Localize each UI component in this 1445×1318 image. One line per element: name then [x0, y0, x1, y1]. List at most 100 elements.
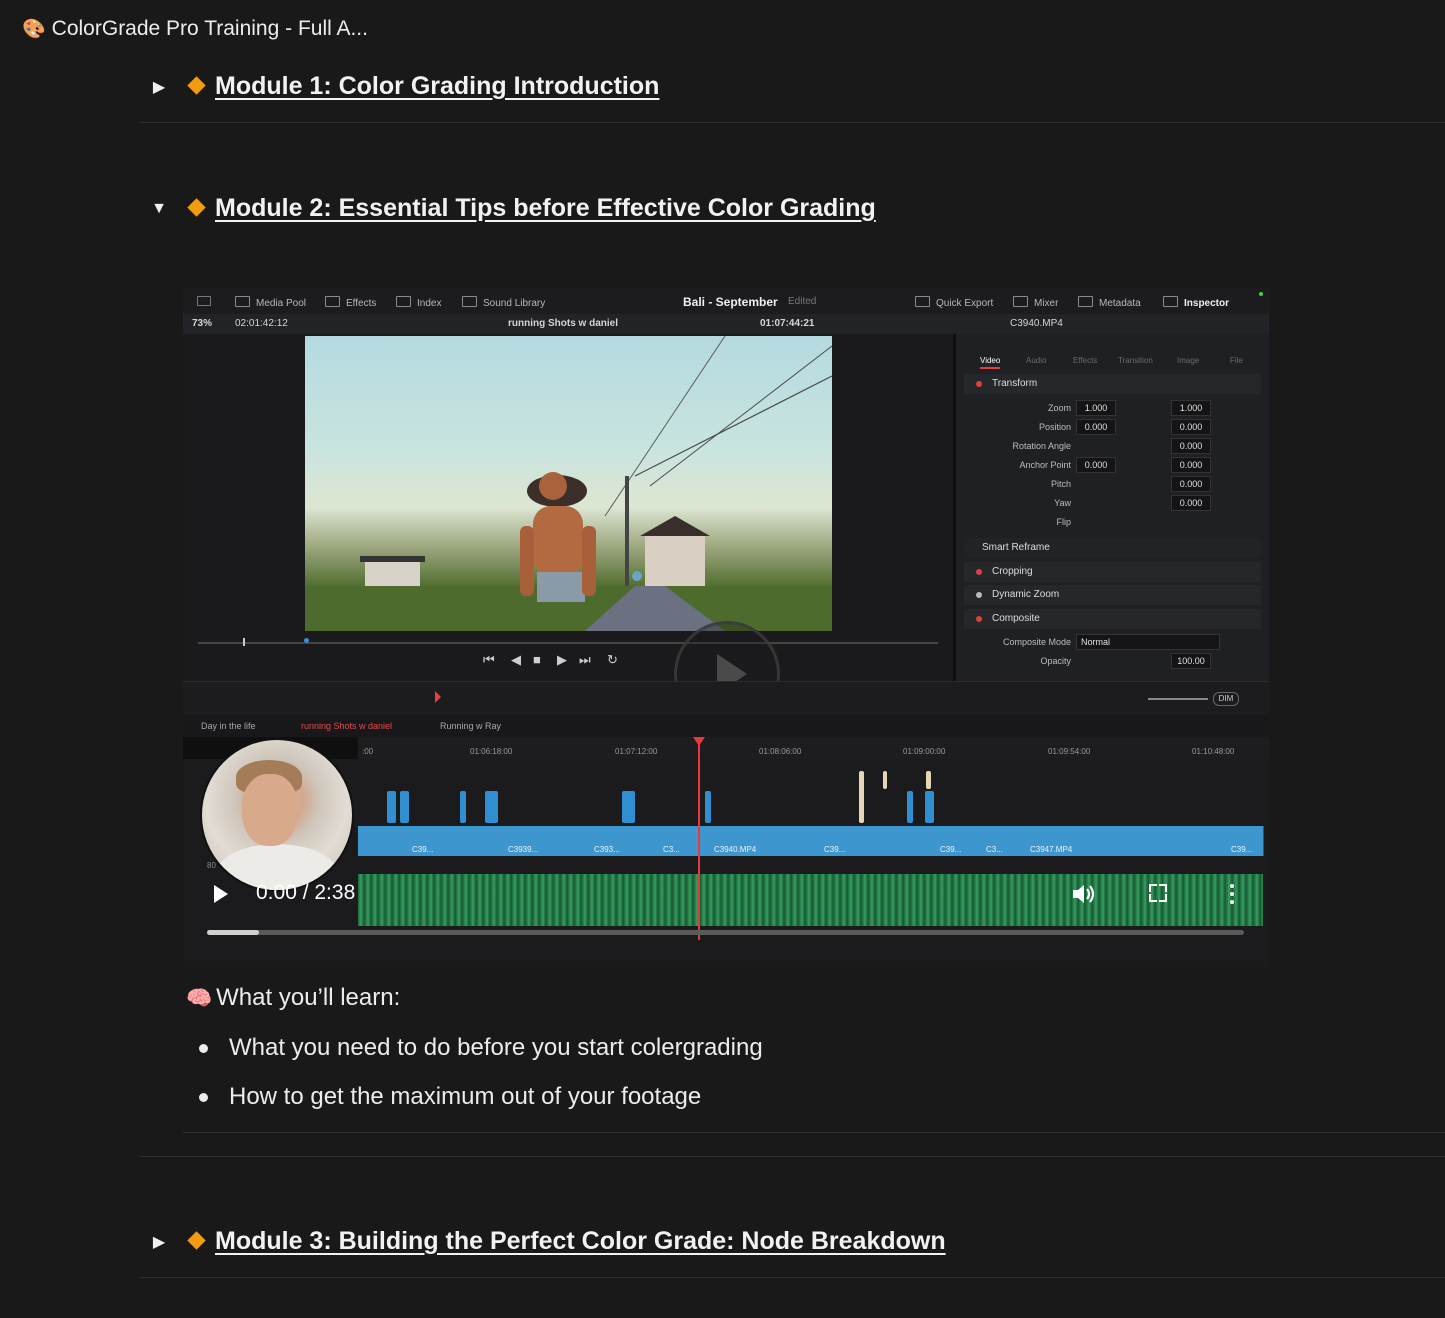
- inspector-tab-transition: Transition: [1118, 356, 1153, 365]
- param-rotation: Rotation Angle 0.000: [976, 438, 1256, 454]
- section-cropping: Cropping: [964, 562, 1261, 582]
- section-transform: Transform: [964, 374, 1261, 394]
- resolve-inspector: Video Audio Effects Transition Image Fil…: [956, 334, 1269, 681]
- video-progress-bar[interactable]: [207, 930, 1244, 935]
- timeline-clip: [705, 791, 711, 823]
- index-tab: Index: [396, 296, 441, 309]
- inspector-tab-audio: Audio: [1026, 356, 1047, 365]
- timeline-tab-ray: Running w Ray: [440, 721, 502, 731]
- palette-icon: 🎨: [22, 19, 46, 40]
- play-small-icon: ▶: [557, 652, 567, 667]
- loop-icon: ↻: [607, 652, 618, 667]
- more-options-icon[interactable]: [1228, 882, 1236, 906]
- volume-icon[interactable]: [1071, 882, 1099, 906]
- module-1-heading[interactable]: Module 1: Color Grading Introduction: [186, 72, 659, 101]
- timeline-ruler: :00 01:06:18:00 01:07:12:00 01:08:06:00 …: [358, 737, 1269, 759]
- resolve-top-bar: Media Pool Effects Index Sound Library B…: [183, 288, 1269, 314]
- section-dynamic-zoom: Dynamic Zoom: [964, 585, 1261, 605]
- monitor-icon: [197, 296, 217, 308]
- orange-diamond-icon: [187, 198, 206, 218]
- list-item: What you need to do before you start col…: [199, 1030, 763, 1079]
- selection-tool-icon: [435, 691, 441, 703]
- resolve-viewer-bar: 73% 02:01:42:12 running Shots w daniel 0…: [183, 314, 1269, 334]
- param-pitch: Pitch 0.000: [976, 476, 1256, 492]
- param-opacity: Opacity 100.00: [976, 653, 1256, 669]
- frame-scene: [305, 336, 832, 631]
- video-clip: C3...: [983, 826, 1011, 856]
- module-2-heading[interactable]: Module 2: Essential Tips before Effectiv…: [186, 194, 876, 223]
- metadata-tab: Metadata: [1078, 296, 1141, 309]
- viewer-scrubber[interactable]: [198, 638, 938, 646]
- video-clip: C39...: [406, 826, 489, 856]
- divider: [140, 122, 1445, 123]
- param-composite-mode: Composite Mode Normal: [976, 634, 1256, 650]
- param-flip: Flip: [1056, 517, 1071, 527]
- track-number: 80: [207, 861, 216, 870]
- clip-name: C3940.MP4: [1010, 318, 1063, 329]
- skip-forward-icon: ⏭: [579, 652, 591, 667]
- inspector-tab-file: File: [1230, 356, 1243, 365]
- skip-back-icon: ⏮: [483, 652, 495, 667]
- timecode-right: 01:07:44:21: [760, 318, 815, 329]
- project-title: Bali - September: [683, 295, 778, 309]
- project-status: Edited: [788, 296, 817, 307]
- quick-export-tab: Quick Export: [915, 296, 993, 309]
- module-3-toggle[interactable]: ▶ Module 3: Building the Perfect Color G…: [150, 1227, 946, 1256]
- param-zoom: Zoom 1.000 1.000: [976, 400, 1256, 416]
- timeline-clip: [859, 771, 864, 823]
- brain-icon: 🧠: [186, 987, 213, 1010]
- section-smart-reframe: Smart Reframe: [964, 538, 1261, 558]
- timeline-clip: [622, 791, 635, 823]
- orange-diamond-icon: [187, 76, 206, 96]
- effects-tab: Effects: [325, 296, 376, 309]
- video-player[interactable]: Media Pool Effects Index Sound Library B…: [183, 288, 1269, 967]
- timeline-clip: [883, 771, 887, 789]
- collapsed-triangle-icon[interactable]: ▶: [150, 77, 168, 97]
- divider: [140, 1156, 1445, 1157]
- viewer-transport-controls: ⏮ ◀ ■ ▶ ⏭ ↻: [183, 652, 953, 674]
- stop-icon: ■: [533, 652, 541, 667]
- section-composite: Composite: [964, 609, 1261, 629]
- timeline-clip: [925, 791, 934, 823]
- orange-diamond-icon: [187, 1231, 206, 1251]
- fullscreen-icon[interactable]: [1149, 884, 1167, 902]
- module-3-heading[interactable]: Module 3: Building the Perfect Color Gra…: [186, 1227, 946, 1256]
- play-button[interactable]: [214, 885, 228, 903]
- inspector-tab-effects: Effects: [1073, 356, 1098, 365]
- module-1-toggle[interactable]: ▶ Module 1: Color Grading Introduction: [150, 72, 660, 101]
- timeline-clip: [387, 791, 396, 823]
- timeline-toolbar: DIM: [183, 681, 1269, 716]
- timeline-name: running Shots w daniel: [508, 318, 618, 329]
- param-anchor-point: Anchor Point 0.000 0.000: [976, 457, 1256, 473]
- timeline-clip: [907, 791, 913, 823]
- param-position: Position 0.000 0.000: [976, 419, 1256, 435]
- video-clip: C39...: [928, 826, 984, 856]
- page-header: 🎨 ColorGrade Pro Training - Full A...: [22, 14, 368, 44]
- media-pool-tab: Media Pool: [235, 296, 306, 309]
- timeline-tab-day: Day in the life: [201, 721, 256, 731]
- inspector-tab-image: Image: [1177, 356, 1200, 365]
- video-clip: C393...: [588, 826, 654, 856]
- page-title: ColorGrade Pro Training - Full A...: [51, 17, 368, 40]
- collapsed-triangle-icon[interactable]: ▶: [150, 1232, 168, 1252]
- timeline-clip: [460, 791, 466, 823]
- video-clip: C3940.MP4: [708, 826, 819, 856]
- video-clip: C3947.MP4: [1010, 826, 1214, 856]
- video-clip: C3...: [653, 826, 709, 856]
- expanded-triangle-icon[interactable]: ▼: [150, 200, 168, 218]
- mixer-tab: Mixer: [1013, 296, 1058, 309]
- learn-heading: 🧠 What you’ll learn:: [186, 984, 401, 1011]
- sound-library-tab: Sound Library: [462, 296, 545, 309]
- inspector-tabs: Video Audio Effects Transition Image Fil…: [956, 334, 1269, 370]
- divider: [183, 1132, 1445, 1133]
- presenter-face: [242, 774, 298, 846]
- video-clip: [358, 826, 407, 856]
- status-dot-icon: [1259, 292, 1263, 296]
- volume-slider: [1148, 698, 1208, 700]
- video-clip: C3939...: [488, 826, 589, 856]
- timecode-left: 02:01:42:12: [235, 318, 288, 329]
- zoom-level: 73%: [192, 318, 213, 329]
- module-2-toggle[interactable]: ▼ Module 2: Essential Tips before Effect…: [150, 194, 876, 223]
- resolve-viewer: ⏮ ◀ ■ ▶ ⏭ ↻: [183, 334, 953, 727]
- video-progress-fill: [207, 930, 259, 935]
